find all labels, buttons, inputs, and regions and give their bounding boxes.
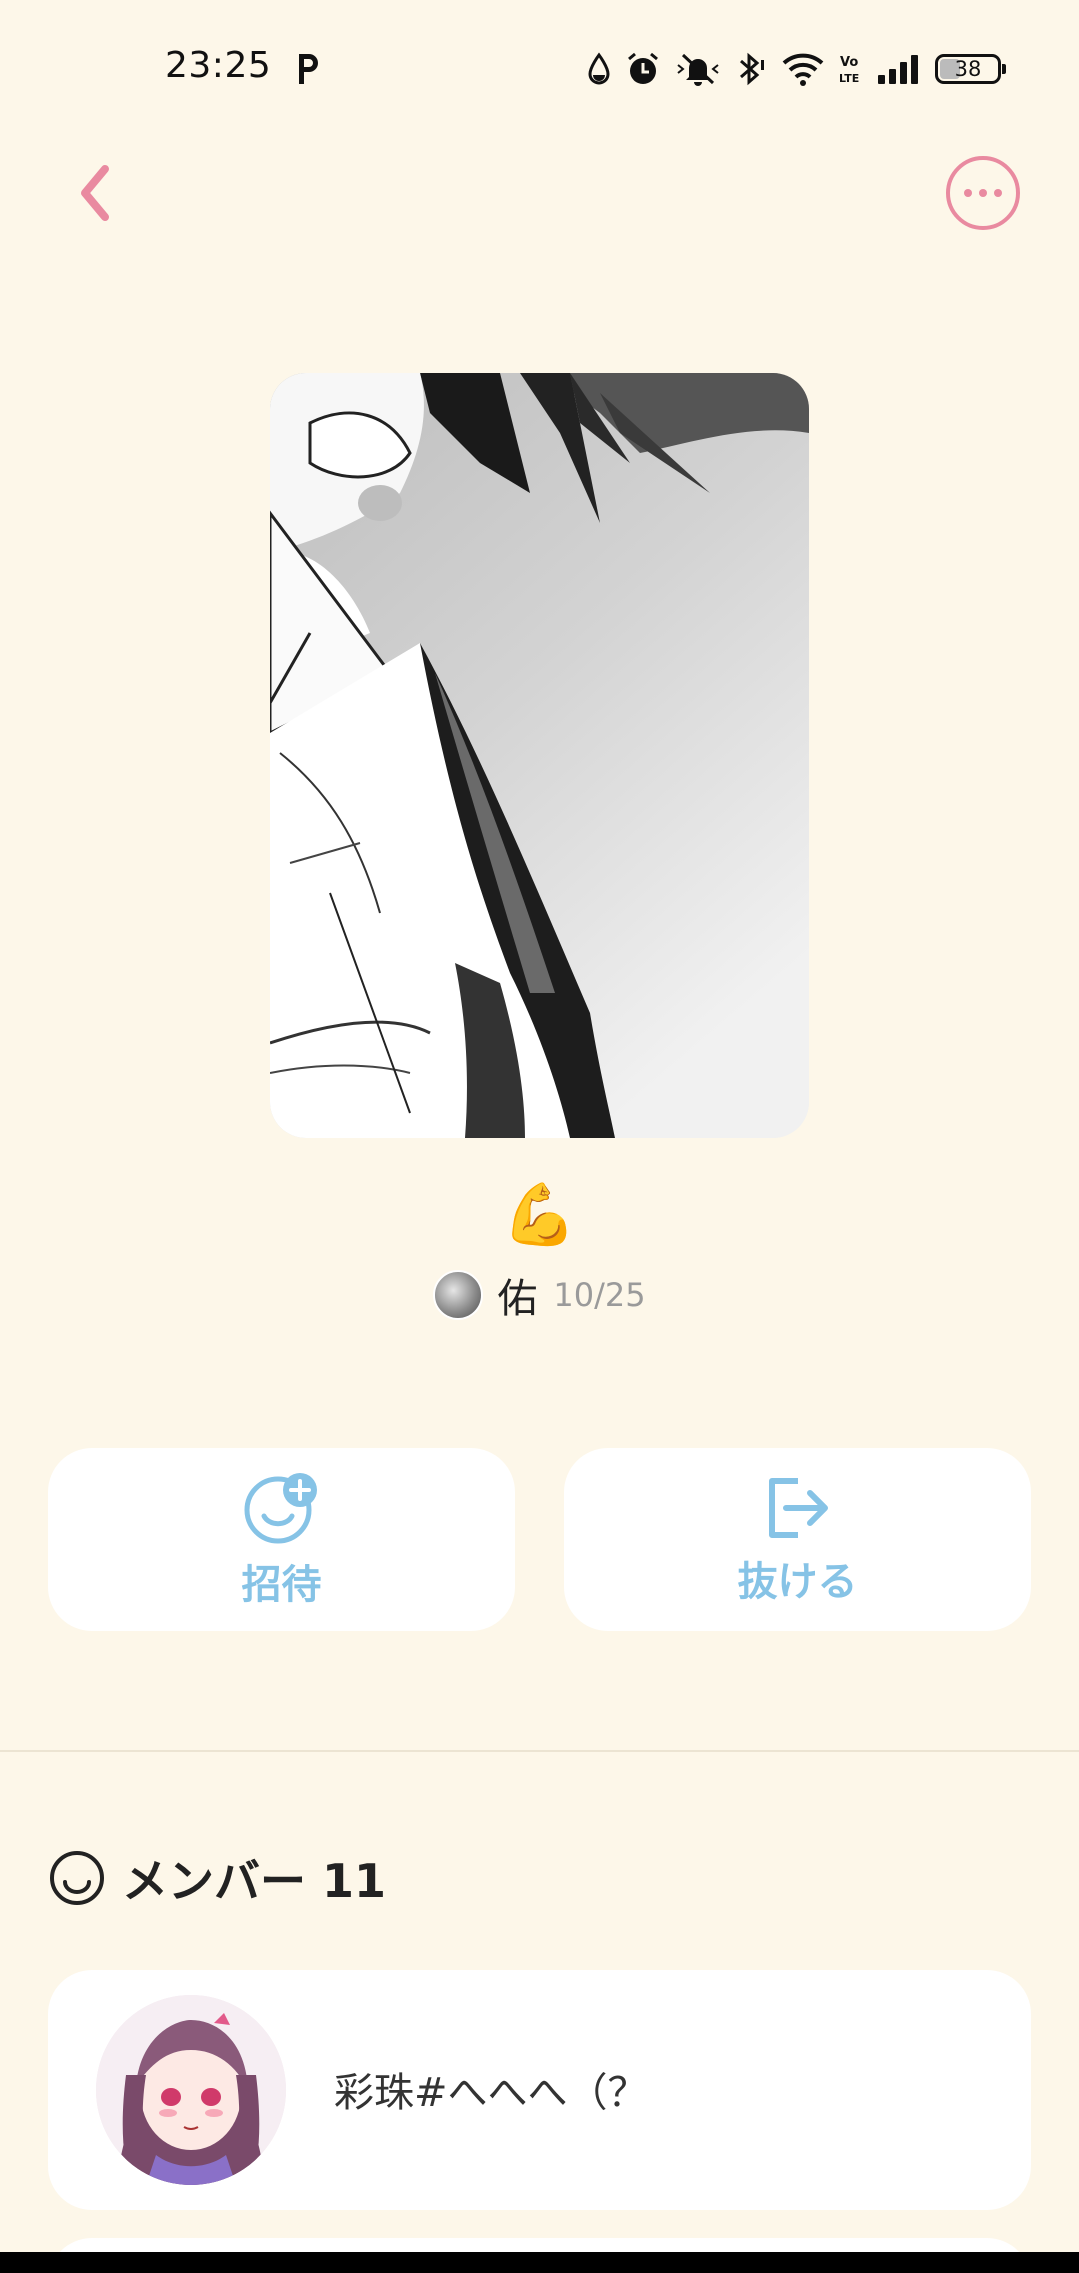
- chevron-left-icon: [81, 164, 109, 221]
- alarm-icon: [628, 52, 658, 84]
- author-name: 佑: [497, 1276, 538, 1322]
- members-title: メンバー 11: [122, 1854, 387, 1908]
- members-header: メンバー 11: [48, 1845, 386, 1911]
- post-emoji: 💪: [502, 1180, 577, 1250]
- section-divider: [0, 1750, 1079, 1752]
- status-time: 23:25: [165, 45, 272, 86]
- more-options-button[interactable]: [946, 156, 1020, 230]
- leave-label: 抜ける: [737, 1558, 858, 1605]
- author-row[interactable]: 佑 10/25: [0, 1265, 1079, 1325]
- member-list-item[interactable]: 彩珠#へへへ（？: [48, 1970, 1031, 2210]
- volte-icon: Vo LTE: [839, 55, 859, 85]
- member-avatar[interactable]: [96, 1995, 286, 2185]
- status-bar: 23:25 Vo LTE 38: [0, 0, 1079, 140]
- p-letter-icon: [299, 54, 318, 84]
- more-horizontal-icon: [964, 189, 972, 197]
- status-icons: Vo LTE 38: [587, 48, 1006, 90]
- group-cover-image[interactable]: [270, 373, 809, 1138]
- battery-icon: 38: [935, 54, 1006, 84]
- signal-icon: [878, 55, 918, 84]
- anime-girl-avatar: [96, 1995, 286, 2185]
- dot: [979, 189, 987, 197]
- invite-label: 招待: [241, 1561, 322, 1608]
- wifi-icon: [782, 53, 824, 86]
- svg-text:LTE: LTE: [839, 72, 859, 85]
- bluetooth-icon: [740, 52, 764, 86]
- bell-muted-icon: [677, 53, 719, 86]
- smile-icon: [50, 1851, 104, 1905]
- post-date: 10/25: [553, 1276, 646, 1314]
- svg-text:Vo: Vo: [840, 55, 858, 70]
- system-nav-bar: [0, 2252, 1079, 2273]
- author-avatar[interactable]: [433, 1270, 484, 1320]
- exit-icon: [768, 1477, 828, 1538]
- invite-button[interactable]: 招待: [48, 1448, 515, 1631]
- face-plus-icon: [244, 1472, 317, 1543]
- group-detail-screen: 23:25 Vo LTE 38 💪 佑 10/25 招待 抜ける メンバー 11…: [0, 0, 1079, 2273]
- dot: [994, 189, 1002, 197]
- battery-level: 38: [954, 57, 982, 81]
- cover-illustration: [270, 373, 809, 1138]
- water-drop-icon: [588, 52, 610, 85]
- leave-button[interactable]: 抜ける: [564, 1448, 1031, 1631]
- member-name: 彩珠#へへへ（？: [334, 2070, 648, 2116]
- back-button[interactable]: [60, 155, 130, 230]
